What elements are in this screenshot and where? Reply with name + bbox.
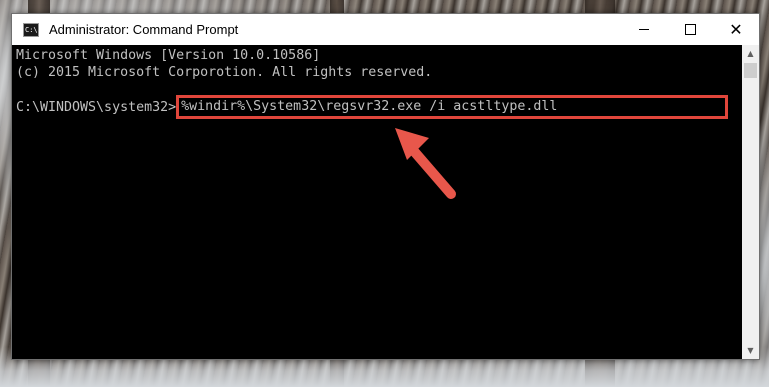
console-line-version: Microsoft Windows [Version 10.0.10586] — [16, 48, 321, 63]
console-prompt: C:\WINDOWS\system32> — [16, 100, 177, 115]
annotation-arrow-icon — [395, 128, 456, 199]
cmd-icon: C:\ — [23, 22, 39, 37]
console-command[interactable]: %windir%\System32\regsvr32.exe /i acstlt… — [181, 99, 557, 114]
scroll-down-arrow-icon[interactable]: ▼ — [742, 342, 759, 359]
minimize-button[interactable] — [621, 14, 667, 45]
close-icon: ✕ — [729, 20, 743, 39]
console-line-copyright: (c) 2015 Microsoft Corporotion. All righ… — [16, 65, 433, 80]
maximize-icon — [684, 24, 696, 35]
close-button[interactable]: ✕ — [713, 14, 759, 45]
window-title: Administrator: Command Prompt — [49, 22, 239, 37]
scroll-up-arrow-icon[interactable]: ▲ — [742, 45, 759, 62]
command-highlight-box[interactable]: %windir%\System32\regsvr32.exe /i acstlt… — [176, 95, 729, 119]
title-bar[interactable]: C:\ Administrator: Command Prompt ✕ — [12, 14, 759, 45]
vertical-scrollbar[interactable]: ▲ ▼ — [742, 45, 759, 359]
minimize-icon — [639, 29, 649, 30]
console-output[interactable]: Microsoft Windows [Version 10.0.10586] (… — [12, 45, 742, 359]
arrow-shaft — [408, 145, 456, 199]
scroll-thumb[interactable] — [744, 63, 757, 78]
console-prompt-row[interactable]: C:\WINDOWS\system32> %windir%\System32\re… — [16, 95, 742, 119]
maximize-button[interactable] — [667, 14, 713, 45]
